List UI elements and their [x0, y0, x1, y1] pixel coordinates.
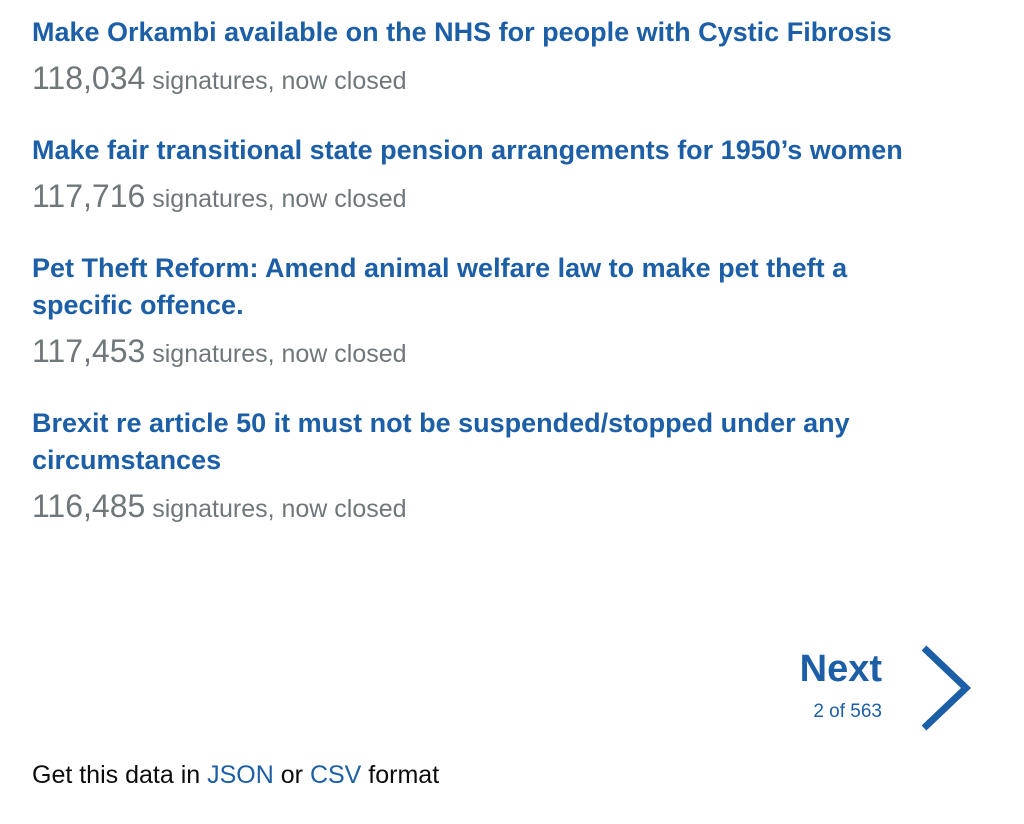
petition-item: Pet Theft Reform: Amend animal welfare l…: [32, 250, 992, 371]
petition-item: Make Orkambi available on the NHS for pe…: [32, 14, 992, 98]
petition-list: Make Orkambi available on the NHS for pe…: [32, 14, 992, 560]
signature-count: 116,485: [32, 488, 146, 524]
export-or-text: or: [280, 761, 303, 789]
signature-status: signatures, now closed: [152, 340, 407, 368]
signature-status: signatures, now closed: [152, 185, 407, 213]
next-page-link[interactable]: Next 2 of 563: [790, 642, 980, 734]
next-page-label: Next: [799, 648, 882, 690]
signature-summary: 118,034 signatures, now closed: [32, 61, 992, 98]
signature-summary: 117,716 signatures, now closed: [32, 179, 992, 216]
signature-count: 117,453: [32, 333, 146, 369]
signature-count: 118,034: [32, 60, 146, 96]
data-export-line: Get this data in JSON or CSV format: [32, 758, 439, 792]
signature-status: signatures, now closed: [152, 67, 407, 95]
petition-title-link[interactable]: Brexit re article 50 it must not be susp…: [32, 405, 952, 479]
signature-summary: 117,453 signatures, now closed: [32, 334, 992, 371]
export-suffix-text: format: [368, 761, 440, 789]
petition-title-link[interactable]: Make fair transitional state pension arr…: [32, 132, 952, 169]
page-indicator: 2 of 563: [813, 701, 882, 722]
petition-title-link[interactable]: Make Orkambi available on the NHS for pe…: [32, 14, 952, 51]
signature-status: signatures, now closed: [152, 495, 407, 523]
chevron-right-icon: [921, 645, 972, 731]
csv-download-link[interactable]: CSV: [310, 761, 361, 789]
petition-item: Brexit re article 50 it must not be susp…: [32, 405, 992, 526]
json-download-link[interactable]: JSON: [207, 761, 274, 789]
signature-summary: 116,485 signatures, now closed: [32, 489, 992, 526]
signature-count: 117,716: [32, 178, 146, 214]
petition-item: Make fair transitional state pension arr…: [32, 132, 992, 216]
export-prefix-text: Get this data in: [32, 761, 201, 789]
petition-title-link[interactable]: Pet Theft Reform: Amend animal welfare l…: [32, 250, 952, 324]
